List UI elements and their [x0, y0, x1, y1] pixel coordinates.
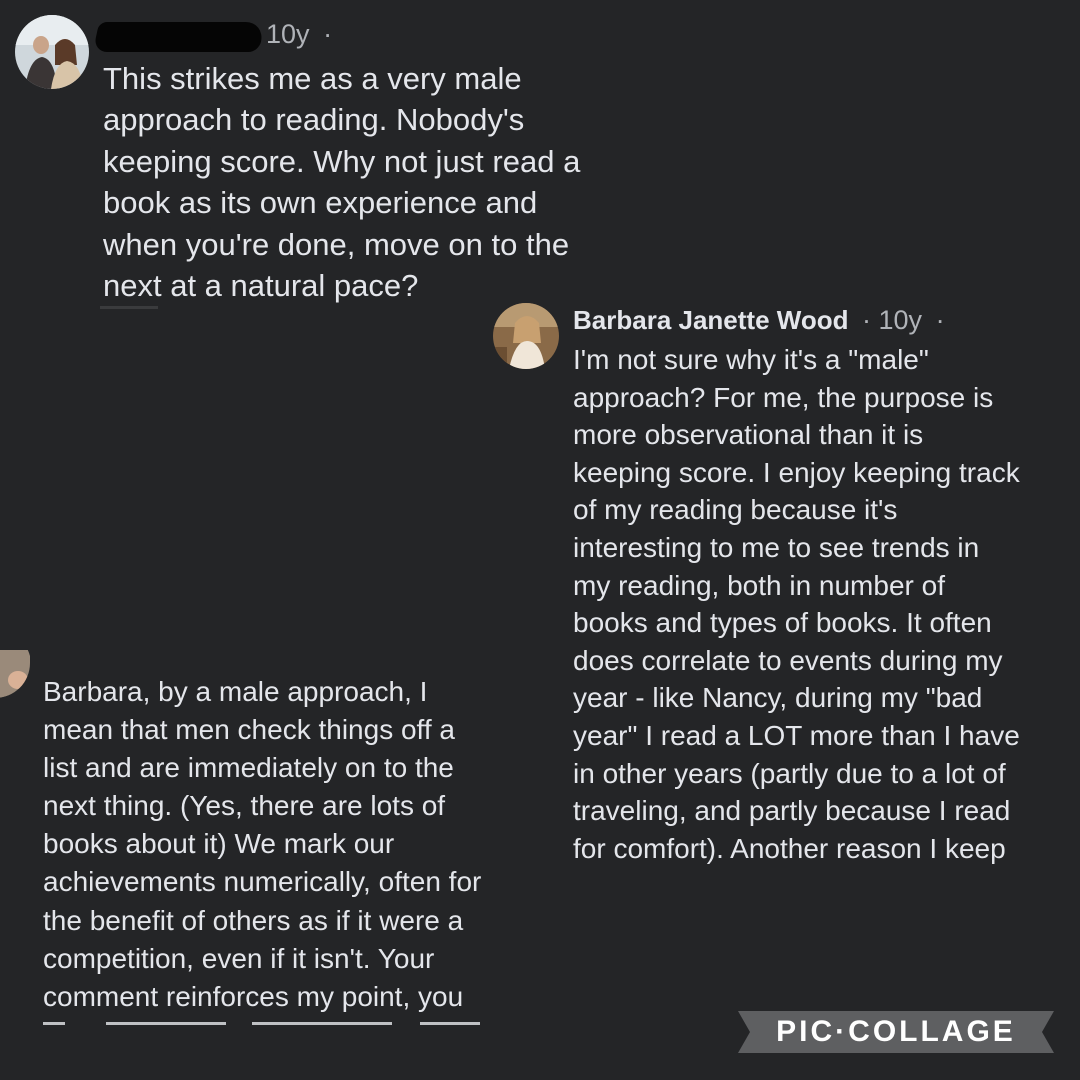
- comment-text: I'm not sure why it's a "male" approach?…: [573, 344, 1020, 864]
- comment-text: This strikes me as a very male approach …: [103, 61, 581, 304]
- profile-photo-icon: [0, 650, 30, 698]
- redacted-name: [92, 22, 266, 52]
- meta-separator: ·: [935, 305, 945, 335]
- watermark-text: PIC·COLLAGE: [776, 1015, 1016, 1048]
- cut-off-text-line: [43, 1022, 65, 1025]
- cut-off-text-line: [420, 1022, 480, 1025]
- comment-meta: Barbara Janette Wood · 10y ·: [573, 305, 945, 336]
- profile-photo-icon: [493, 303, 559, 369]
- comment-meta: 10y ·: [266, 19, 332, 50]
- comment-text: Barbara, by a male approach, I mean that…: [43, 676, 482, 1012]
- profile-photo-icon: [15, 15, 89, 89]
- author-name[interactable]: Barbara Janette Wood: [573, 305, 848, 335]
- commenter-avatar[interactable]: [15, 15, 89, 89]
- cut-off-text-line: [106, 1022, 226, 1025]
- collage-canvas: 10y · This strikes me as a very male app…: [0, 0, 1080, 1080]
- commenter-avatar[interactable]: [0, 650, 30, 698]
- commenter-avatar[interactable]: [493, 303, 559, 369]
- comment-age[interactable]: 10y: [266, 19, 310, 49]
- cut-off-text-line: [252, 1022, 392, 1025]
- meta-separator: ·: [862, 305, 871, 335]
- pic-collage-watermark: PIC·COLLAGE: [738, 1011, 1054, 1053]
- comment-age[interactable]: 10y: [879, 305, 923, 335]
- divider: [100, 306, 158, 309]
- meta-separator: ·: [323, 19, 333, 49]
